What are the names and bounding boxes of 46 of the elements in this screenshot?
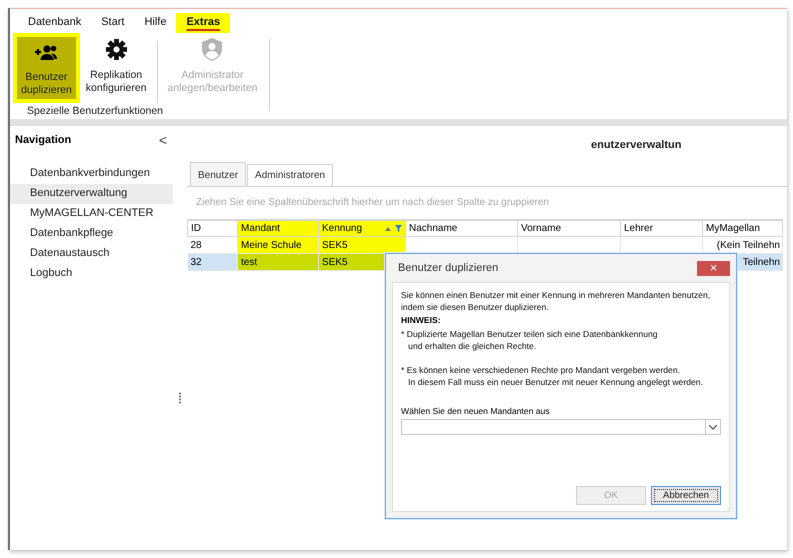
close-button[interactable]: × bbox=[697, 260, 730, 276]
table-cell: SEK5 bbox=[322, 240, 348, 250]
ribbon-group-label: Spezielle Benutzerfunktionen bbox=[26, 105, 164, 117]
tab[interactable]: Administratoren bbox=[247, 164, 334, 186]
menu-tab[interactable]: Datenbank bbox=[18, 13, 92, 33]
page-title: enutzerverwaltun bbox=[591, 138, 682, 150]
table-cell: Meine Schule bbox=[241, 240, 302, 250]
table-cell: SEK5 bbox=[322, 256, 348, 268]
navigation-title: Navigation bbox=[15, 134, 72, 146]
navigation-item[interactable]: Logbuch bbox=[10, 264, 173, 284]
table-cell: Teilnehn bbox=[742, 256, 780, 268]
column-header[interactable]: Lehrer bbox=[620, 220, 702, 236]
menu-tab[interactable]: Start bbox=[91, 13, 134, 33]
menu-tab[interactable]: Hilfe bbox=[134, 13, 176, 33]
column-header[interactable]: Mandant bbox=[238, 220, 318, 236]
ribbon-button[interactable]: Benutzer duplizieren bbox=[17, 37, 76, 99]
intro-text: Sie können einen Benutzer mit einer Kennung in mehreren Mandanten benutzen, indem sie diesen Benutzer duplizieren. bbox=[401, 289, 712, 313]
navigation-item[interactable]: Datenbankverbindungen bbox=[10, 164, 173, 184]
field-label: Wählen Sie den neuen Mandanten aus bbox=[401, 406, 551, 416]
column-header[interactable]: Nachname bbox=[406, 220, 518, 236]
note-text: * Duplizierte Magellan Benutzer teilen sich eine Datenbankkennung und erhalten die gleichen Rechte. bbox=[401, 328, 659, 352]
note-heading: HINWEIS: bbox=[401, 315, 442, 325]
ribbon-button[interactable]: Replikation konfigurieren bbox=[82, 33, 150, 99]
column-header[interactable]: Kennung bbox=[318, 220, 406, 236]
menu-tab[interactable]: Extras bbox=[176, 13, 230, 33]
column-header[interactable]: MyMagellan bbox=[702, 220, 782, 236]
chevron-down-icon bbox=[709, 424, 717, 430]
dialog-button[interactable]: Abbrechen bbox=[651, 486, 721, 505]
navigation-item[interactable]: Benutzerverwaltung bbox=[10, 184, 173, 204]
group-by-hint: Ziehen Sie eine Spaltenüberschrift hierher um nach dieser Spalte zu gruppieren bbox=[195, 196, 550, 210]
splitter-grip-icon[interactable] bbox=[178, 392, 182, 404]
note-text: * Es können keine verschiedenen Rechte pro Mandant vergeben werden. In diesem Fall muss ein neuer Benutzer mit neuer Kennung angelegt werden. bbox=[401, 364, 704, 388]
table-cell: test bbox=[241, 256, 258, 268]
table-cell: 32 bbox=[190, 256, 202, 268]
table-cell: (Kein Teilnehn bbox=[716, 240, 780, 250]
navigation-item[interactable]: Datenaustausch bbox=[10, 244, 173, 264]
gear-icon bbox=[104, 38, 128, 60]
users-plus-icon bbox=[34, 44, 58, 60]
tab[interactable]: Benutzer bbox=[190, 162, 246, 186]
table-cell: 28 bbox=[190, 240, 202, 250]
collapse-button[interactable]: < bbox=[156, 132, 169, 148]
navigation-item[interactable]: Datenbankpflege bbox=[10, 224, 173, 244]
column-header[interactable]: Vorname bbox=[518, 220, 620, 236]
dialog-title: Benutzer duplizieren bbox=[398, 262, 498, 274]
navigation-item[interactable]: MyMAGELLAN-CENTER bbox=[10, 204, 173, 224]
shield-user-icon bbox=[201, 36, 224, 62]
